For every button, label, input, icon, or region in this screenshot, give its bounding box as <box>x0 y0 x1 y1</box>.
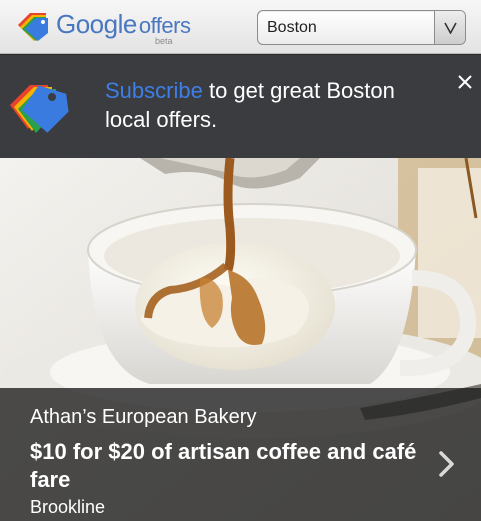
subscribe-link[interactable]: Subscribe <box>105 78 203 103</box>
city-dropdown-button[interactable] <box>434 11 465 44</box>
subscribe-banner: Subscribe to get great Boston local offe… <box>0 55 481 158</box>
city-select-value: Boston <box>267 19 317 36</box>
offer-location: Brookline <box>30 497 106 517</box>
offer-title[interactable]: $10 for $20 of artisan coffee and café f… <box>30 438 420 494</box>
google-offers-logo-icon <box>18 13 48 41</box>
subscribe-message: Subscribe to get great Boston local offe… <box>105 76 435 134</box>
logo-offers-text: offers <box>138 13 191 38</box>
chevron-right-icon[interactable] <box>438 450 456 478</box>
logo-google-text: Google <box>56 9 137 39</box>
close-icon[interactable] <box>456 73 474 91</box>
offers-tag-icon <box>10 85 69 133</box>
app-header: Googleoffers beta Boston <box>0 0 481 54</box>
city-select[interactable]: Boston <box>257 10 466 45</box>
chevron-down-icon <box>444 22 457 34</box>
beta-label: beta <box>155 36 173 46</box>
offer-details-panel[interactable]: Athan’s European Bakery $10 for $20 of a… <box>0 388 481 521</box>
merchant-name: Athan’s European Bakery <box>30 406 257 428</box>
